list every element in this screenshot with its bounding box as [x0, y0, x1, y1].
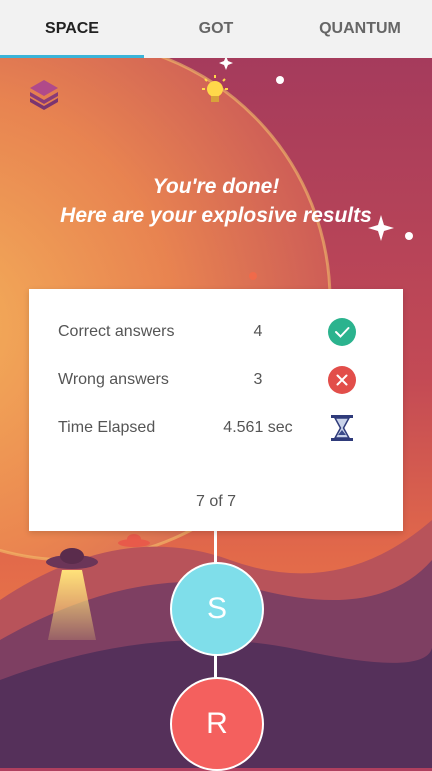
nav-button-s[interactable]: S [170, 562, 264, 656]
tab-space[interactable]: SPACE [0, 0, 144, 58]
hourglass-icon [331, 415, 353, 441]
result-value: 4 [253, 323, 263, 340]
tab-bar: SPACE GOT QUANTUM [0, 0, 432, 58]
nav-button-r[interactable]: R [170, 677, 264, 771]
results-headline: You're done! Here are your explosive res… [0, 172, 432, 230]
question-progress: 7 of 7 [195, 493, 237, 510]
result-value: 4.561 sec [223, 419, 293, 436]
result-row-time: Time Elapsed 4.561 sec [58, 413, 378, 443]
headline-line-1: You're done! [152, 175, 280, 198]
tab-got[interactable]: GOT [144, 0, 288, 58]
results-card: Correct answers 4 Wrong answers 3 Time E… [29, 289, 403, 531]
headline-line-2: Here are your explosive results [60, 204, 372, 227]
result-row-correct: Correct answers 4 [58, 317, 378, 347]
result-label: Correct answers [58, 323, 175, 340]
tab-quantum[interactable]: QUANTUM [288, 0, 432, 58]
result-label: Time Elapsed [58, 419, 156, 436]
cross-icon [328, 366, 356, 394]
result-row-wrong: Wrong answers 3 [58, 365, 378, 395]
result-value: 3 [253, 371, 263, 388]
check-icon [328, 318, 356, 346]
result-label: Wrong answers [58, 371, 169, 388]
